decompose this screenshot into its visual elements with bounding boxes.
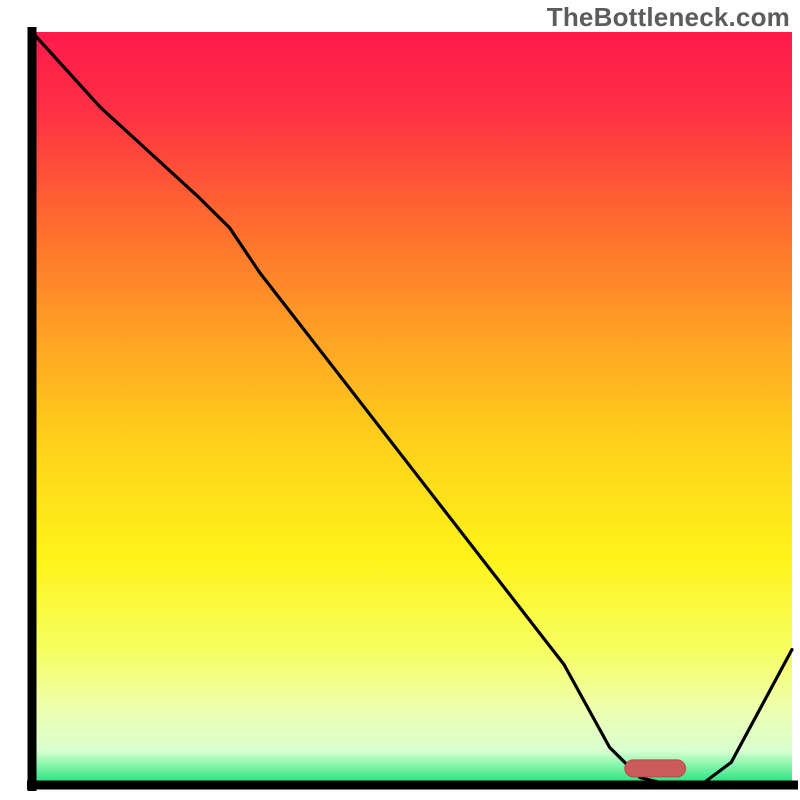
bottleneck-chart: TheBottleneck.com [0, 0, 800, 800]
optimal-range-marker [625, 760, 686, 777]
plot-background [32, 32, 792, 785]
watermark-text: TheBottleneck.com [547, 2, 790, 33]
chart-svg [0, 0, 800, 800]
